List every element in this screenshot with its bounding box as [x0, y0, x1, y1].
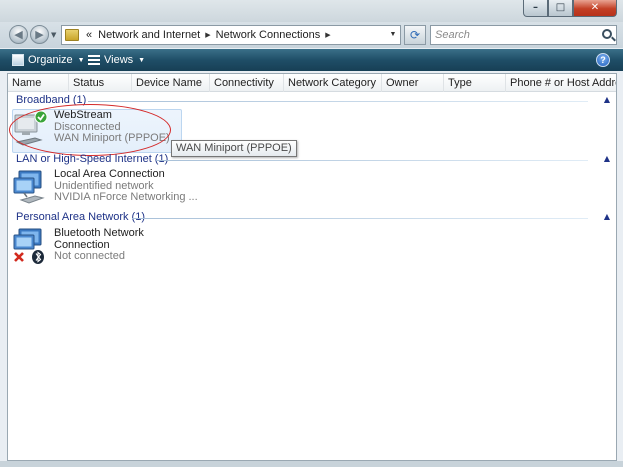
maximize-button[interactable]: □: [548, 0, 573, 17]
breadcrumb-network-connections[interactable]: Network Connections: [213, 29, 324, 41]
command-bar: Organize ▼ Views ▼ ?: [0, 49, 623, 71]
collapse-icon[interactable]: ▲: [604, 95, 610, 104]
views-icon: [88, 55, 100, 65]
refresh-icon: ⟳: [409, 28, 421, 42]
tooltip: WAN Miniport (PPPOE): [171, 140, 297, 157]
window-bottom-edge: [0, 461, 623, 467]
back-button[interactable]: ◀: [9, 25, 28, 44]
group-header-lan[interactable]: LAN or High-Speed Internet (1): [16, 153, 168, 167]
item-name-line1: Bluetooth Network: [54, 227, 144, 239]
refresh-button[interactable]: ⟳: [404, 25, 426, 45]
column-header-phone-host[interactable]: Phone # or Host Addre...: [506, 74, 616, 92]
column-header-connectivity[interactable]: Connectivity: [210, 74, 284, 92]
help-icon[interactable]: ?: [596, 53, 610, 67]
explorer-window: – □ ✕ ◀ ▶ ▼ « Network and Internet ▶ Net…: [0, 0, 623, 467]
minimize-button[interactable]: –: [523, 0, 548, 17]
chevron-down-icon: ▼: [138, 56, 146, 64]
organize-button[interactable]: Organize ▼: [12, 52, 85, 68]
address-bar[interactable]: « Network and Internet ▶ Network Connect…: [61, 25, 401, 45]
lan-connection-icon: [13, 170, 45, 204]
breadcrumb-separator-icon[interactable]: ▶: [203, 31, 212, 39]
organize-label: Organize: [28, 54, 73, 66]
address-row: ◀ ▶ ▼ « Network and Internet ▶ Network C…: [0, 22, 623, 48]
control-panel-icon: [65, 29, 79, 41]
column-headers: Name Status Device Name Connectivity Net…: [8, 74, 616, 92]
column-header-device-name[interactable]: Device Name: [132, 74, 210, 92]
caption-buttons: – □ ✕: [523, 0, 617, 17]
organize-icon: [12, 54, 24, 66]
address-overflow-chevron[interactable]: «: [83, 29, 95, 41]
close-button[interactable]: ✕: [573, 0, 617, 17]
breadcrumb-network-and-internet[interactable]: Network and Internet: [95, 29, 203, 41]
item-name: Local Area Connection: [54, 168, 165, 180]
annotation-ellipse: [9, 104, 171, 156]
collapse-icon[interactable]: ▲: [604, 154, 610, 163]
column-header-type[interactable]: Type: [444, 74, 506, 92]
search-icon[interactable]: [602, 29, 612, 39]
chevron-down-icon: ▼: [77, 56, 85, 64]
group-header-personal-area-network[interactable]: Personal Area Network (1): [16, 211, 145, 225]
group-divider: [132, 218, 588, 219]
column-header-status[interactable]: Status: [69, 74, 132, 92]
breadcrumb-separator-icon[interactable]: ▶: [323, 31, 332, 39]
column-header-owner[interactable]: Owner: [382, 74, 444, 92]
item-status: Not connected: [54, 250, 125, 262]
group-divider: [88, 101, 588, 102]
item-device: NVIDIA nForce Networking ...: [54, 191, 198, 203]
forward-button[interactable]: ▶: [30, 25, 49, 44]
views-button[interactable]: Views ▼: [88, 52, 145, 68]
bluetooth-connection-icon: [13, 228, 44, 264]
file-list-pane: Name Status Device Name Connectivity Net…: [7, 73, 617, 461]
title-bar[interactable]: – □ ✕: [0, 0, 623, 22]
column-header-name[interactable]: Name: [8, 74, 69, 92]
search-input[interactable]: Search: [430, 25, 617, 45]
views-label: Views: [104, 54, 134, 66]
column-header-network-category[interactable]: Network Category: [284, 74, 382, 92]
collapse-icon[interactable]: ▲: [604, 212, 610, 221]
group-divider: [156, 160, 588, 161]
address-dropdown-icon[interactable]: ▼: [386, 26, 400, 44]
recent-pages-dropdown[interactable]: ▼: [51, 31, 56, 39]
